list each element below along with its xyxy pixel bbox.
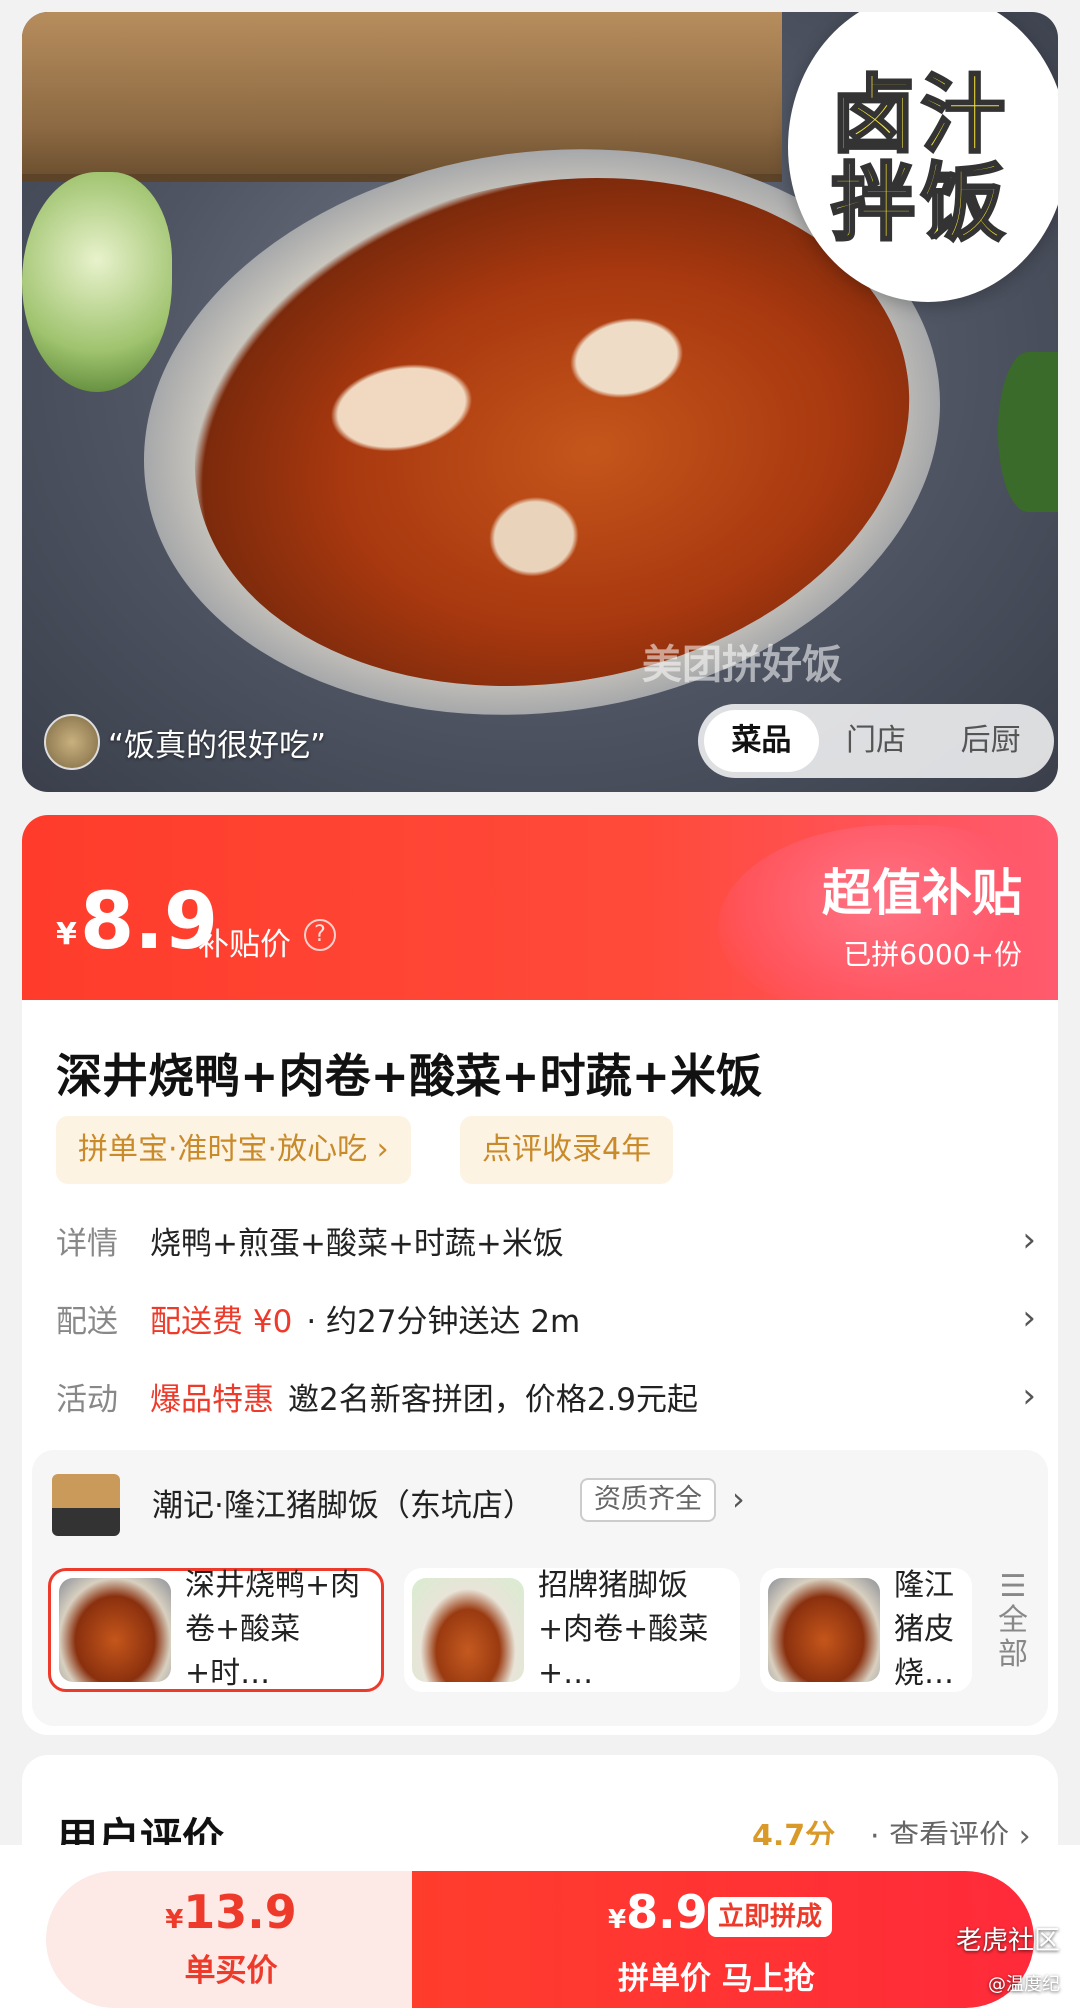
- product-info: 深井烧鸭+肉卷+酸菜+时蔬+米饭 拼单宝·准时宝·放心吃 › 点评收录4年 详情…: [22, 1000, 1058, 1735]
- row-value: · 约27分钟送达 2m: [306, 1303, 581, 1340]
- row-key: 配送: [56, 1303, 118, 1340]
- chevron-right-icon[interactable]: ›: [732, 1480, 745, 1518]
- media-tabs: 菜品 门店 后厨: [698, 704, 1054, 778]
- image-watermark: 美团拼好饭: [642, 642, 842, 688]
- view-all-label: 全部: [998, 1603, 1028, 1672]
- store-logo: [52, 1474, 120, 1536]
- dish-name: 招牌猪脚饭+肉卷+酸菜+…: [538, 1568, 709, 1691]
- view-all-button[interactable]: ☰ 全部: [988, 1570, 1038, 1672]
- leaf: [998, 352, 1058, 512]
- group-price: ¥8.9: [608, 1885, 708, 1939]
- promo-label: 爆品特惠: [150, 1381, 274, 1418]
- currency-symbol: ¥: [56, 917, 77, 952]
- row-key: 详情: [56, 1225, 118, 1262]
- tab-store[interactable]: 门店: [819, 710, 934, 772]
- row-value: 邀2名新客拼团，价格2.9元起: [288, 1381, 699, 1418]
- dish-thumbnail: [412, 1578, 524, 1682]
- row-value: 烧鸭+煎蛋+酸菜+时蔬+米饭: [150, 1225, 564, 1262]
- guarantee-tag[interactable]: 拼单宝·准时宝·放心吃 ›: [56, 1116, 411, 1184]
- row-delivery[interactable]: 配送 配送费 ¥0 · 约27分钟送达 2m ›: [56, 1288, 1046, 1348]
- single-price: ¥13.9: [165, 1885, 297, 1939]
- price-label: 补贴价: [198, 927, 291, 963]
- sold-count: 已拼6000+份: [843, 938, 1022, 971]
- row-promotion[interactable]: 活动 爆品特惠 邀2名新客拼团，价格2.9元起 ›: [56, 1366, 1046, 1426]
- product-title: 深井烧鸭+肉卷+酸菜+时蔬+米饭: [56, 1049, 763, 1103]
- price-banner: ¥ 8.9 补贴价 ? 超值补贴 已拼6000+份: [22, 815, 1058, 1000]
- delivery-fee: 配送费 ¥0: [150, 1303, 293, 1340]
- row-key: 活动: [56, 1381, 118, 1418]
- dish-name: 隆江猪皮烧…: [894, 1568, 954, 1691]
- chevron-right-icon: ›: [1022, 1376, 1036, 1416]
- badge-line-2: 拌饭: [829, 154, 1011, 252]
- community-watermark: 老虎社区: [955, 1926, 1060, 1956]
- group-buy-button[interactable]: ¥8.9 立即拼成 拼单价 马上抢: [412, 1871, 1034, 2008]
- handle-watermark: @温度纪: [988, 1974, 1060, 1995]
- dish-card[interactable]: 隆江猪皮烧…: [760, 1568, 972, 1692]
- help-icon[interactable]: ?: [304, 919, 336, 951]
- chevron-right-icon: ›: [1022, 1220, 1036, 1260]
- review-quote[interactable]: “饭真的很好吃”: [44, 710, 326, 774]
- dish-card[interactable]: 深井烧鸭+肉卷+酸菜+时…: [48, 1568, 384, 1692]
- instant-group-tag: 立即拼成: [708, 1897, 833, 1937]
- dish-thumbnail: [768, 1578, 880, 1682]
- buy-single-button[interactable]: ¥13.9 单买价: [46, 1871, 416, 2008]
- dish-thumbnail: [59, 1578, 171, 1682]
- store-name[interactable]: 潮记·隆江猪脚饭（东坑店）: [152, 1480, 534, 1525]
- review-years-tag: 点评收录4年: [460, 1116, 674, 1184]
- tab-kitchen[interactable]: 后厨: [933, 710, 1048, 772]
- hero-image[interactable]: 卤汁 拌饭 美团拼好饭 “饭真的很好吃” 菜品 门店 后厨: [22, 12, 1058, 792]
- badge-line-1: 卤汁: [829, 65, 1011, 164]
- quote-text: “饭真的很好吃”: [108, 727, 327, 764]
- cert-badge[interactable]: 资质齐全: [580, 1478, 716, 1522]
- avatar: [44, 714, 100, 770]
- bottom-bar: ¥13.9 单买价 ¥8.9 立即拼成 拼单价 马上抢: [0, 1845, 1080, 2008]
- chevron-right-icon: ›: [1022, 1298, 1036, 1338]
- row-details[interactable]: 详情 烧鸭+煎蛋+酸菜+时蔬+米饭 ›: [56, 1210, 1046, 1270]
- single-label: 单买价: [184, 1953, 278, 1989]
- dish-name: 深井烧鸭+肉卷+酸菜+时…: [185, 1568, 361, 1691]
- tab-dishes[interactable]: 菜品: [704, 710, 819, 772]
- dish-card[interactable]: 招牌猪脚饭+肉卷+酸菜+…: [404, 1568, 740, 1692]
- store-card: 潮记·隆江猪脚饭（东坑店） 资质齐全 › 深井烧鸭+肉卷+酸菜+时… 招牌猪脚饭…: [32, 1450, 1048, 1726]
- group-label: 拼单价 马上抢: [618, 1961, 815, 1997]
- bok-choy: [22, 172, 172, 392]
- list-icon: ☰: [999, 1569, 1027, 1604]
- subsidy-title: 超值补贴: [822, 864, 1022, 922]
